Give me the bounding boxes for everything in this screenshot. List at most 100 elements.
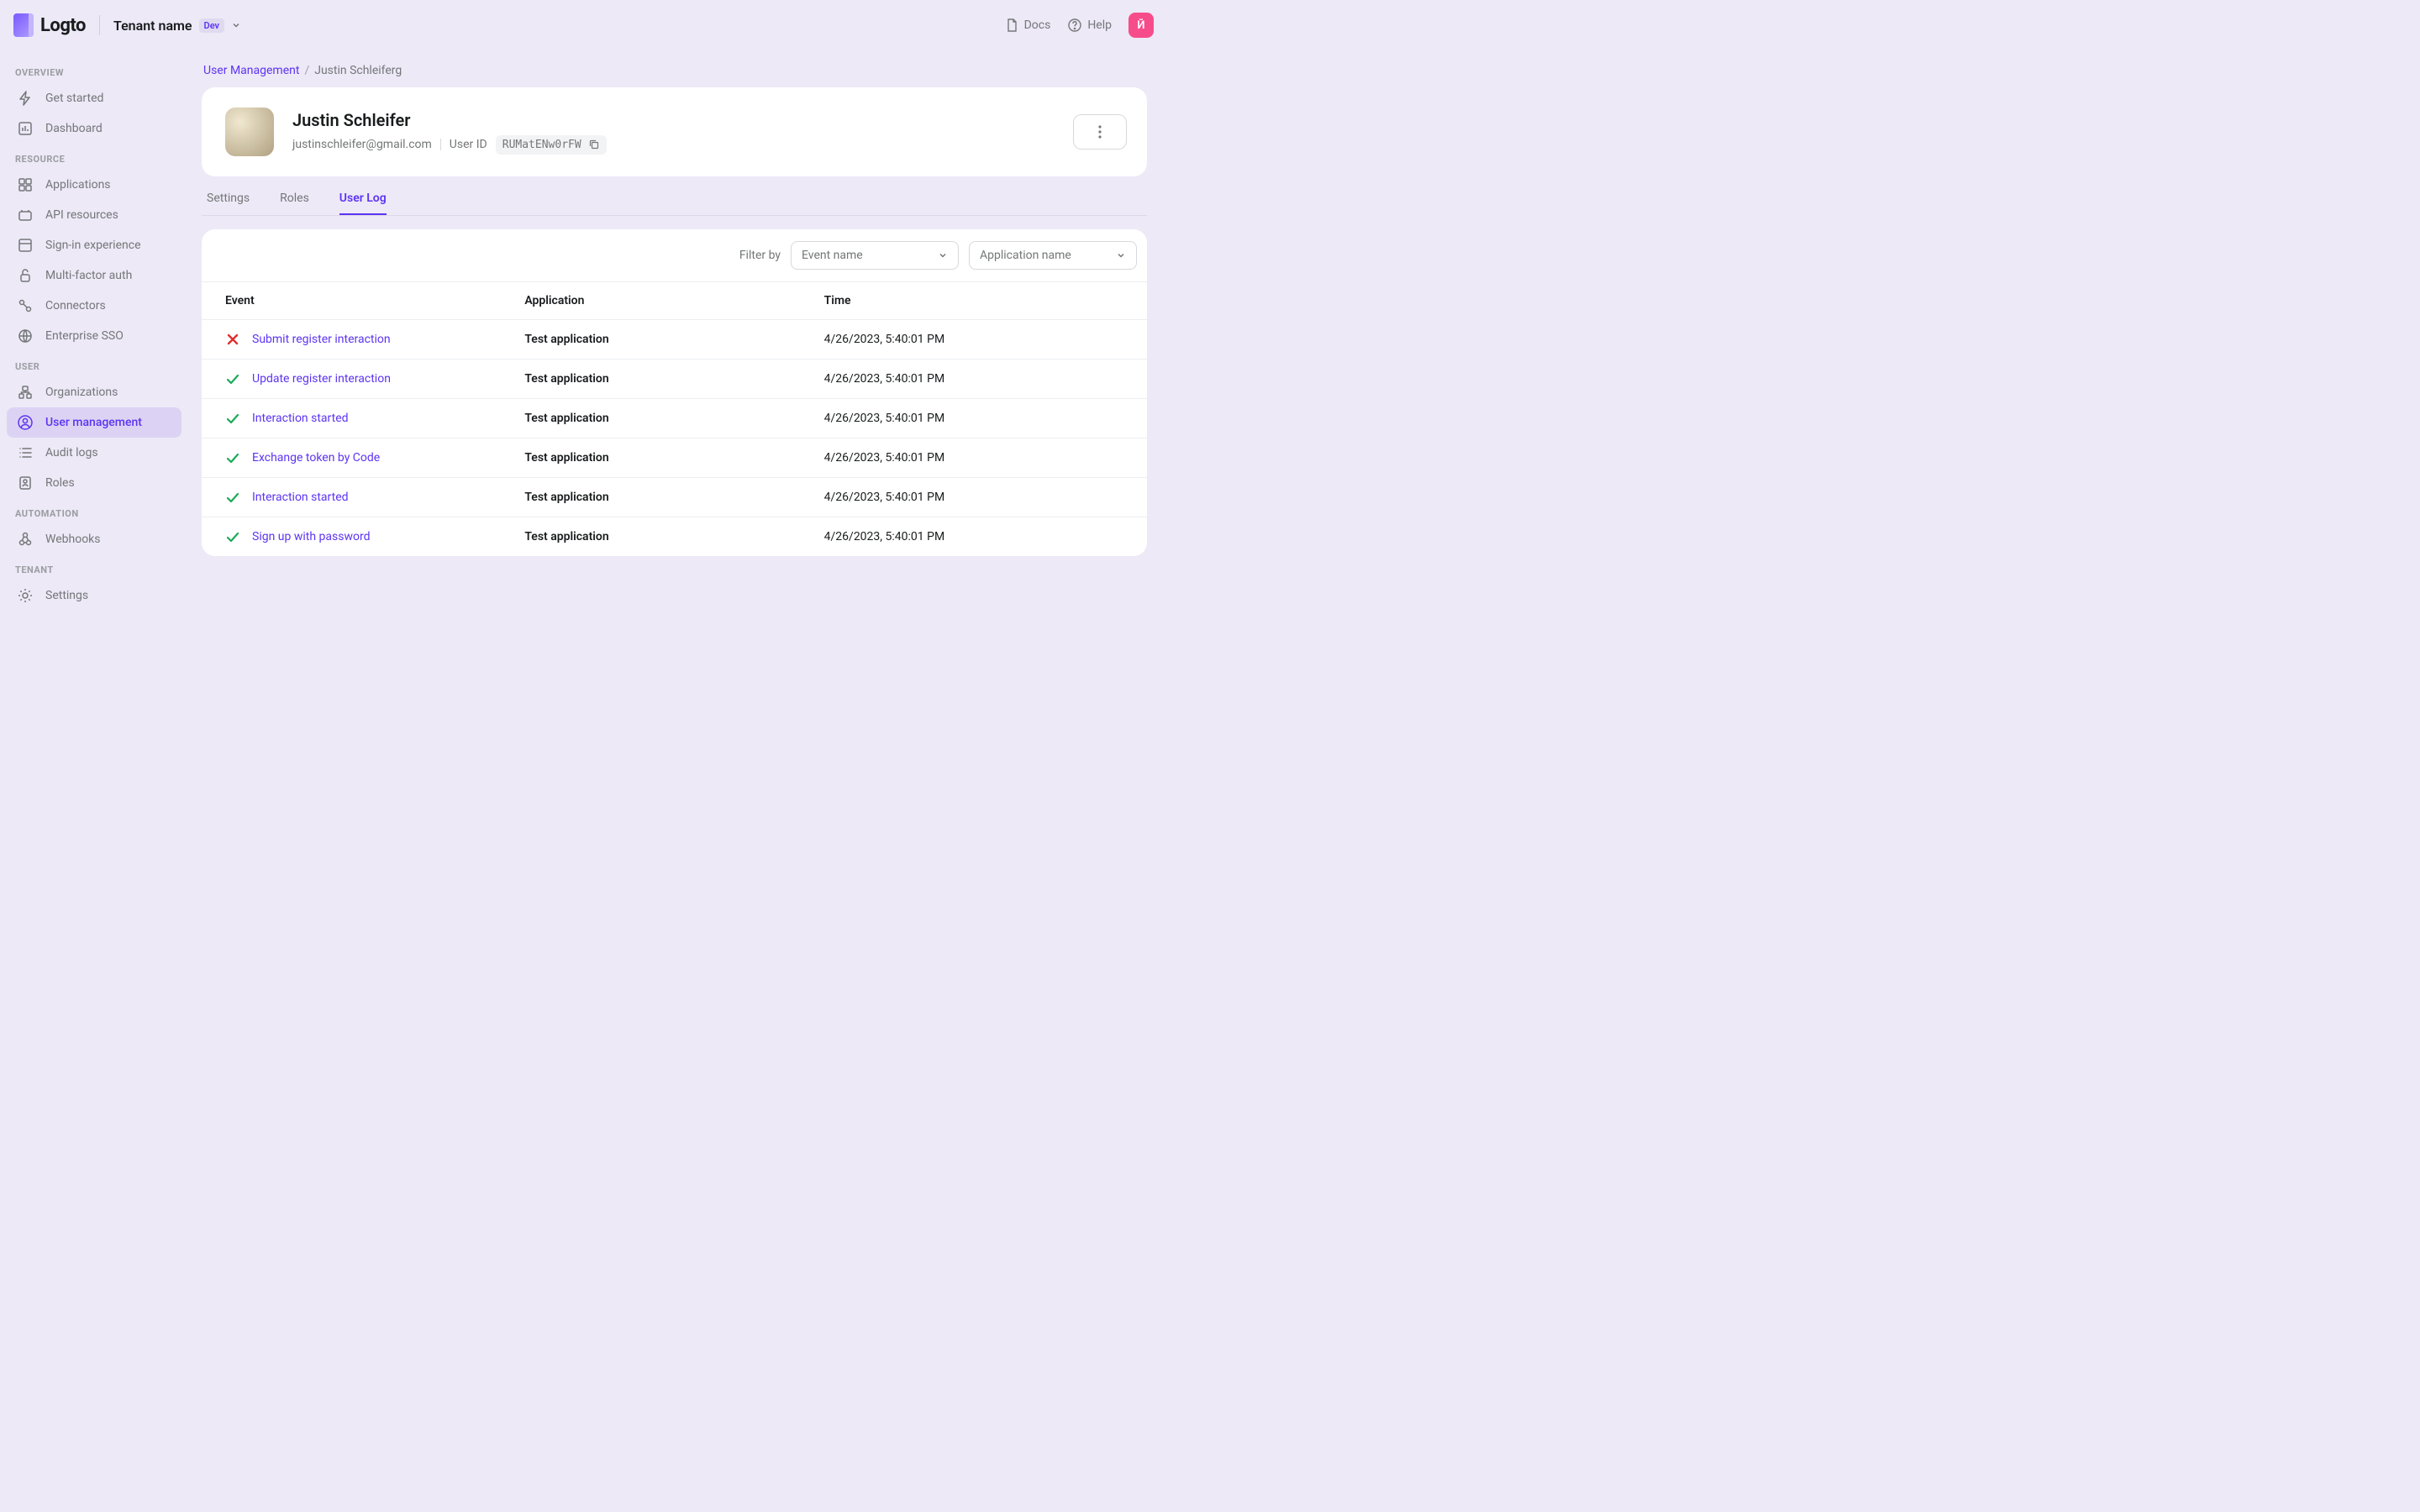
sidebar-item-label: Enterprise SSO bbox=[45, 329, 124, 343]
sidebar-item-label: Multi-factor auth bbox=[45, 269, 132, 282]
sidebar-section-label: OVERVIEW bbox=[7, 57, 182, 83]
table-row[interactable]: Submit register interactionTest applicat… bbox=[202, 320, 1147, 360]
event-link[interactable]: Interaction started bbox=[252, 412, 349, 425]
application-cell: Test application bbox=[524, 372, 823, 386]
help-label: Help bbox=[1087, 18, 1112, 32]
signin-icon bbox=[17, 237, 34, 254]
filter-event-select[interactable]: Event name bbox=[791, 241, 959, 270]
tenant-name: Tenant name bbox=[113, 18, 192, 34]
sidebar-item-enterprise-sso[interactable]: Enterprise SSO bbox=[7, 321, 182, 351]
sidebar-item-dashboard[interactable]: Dashboard bbox=[7, 113, 182, 144]
sidebar-item-label: Organizations bbox=[45, 386, 118, 399]
filter-application-select[interactable]: Application name bbox=[969, 241, 1137, 270]
user-avatar bbox=[225, 108, 274, 156]
filter-row: Filter by Event name Application name bbox=[202, 229, 1147, 281]
topbar: Logto Tenant name Dev Docs Help Й bbox=[0, 0, 1167, 50]
user-email: justinschleifer@gmail.com bbox=[292, 138, 432, 151]
org-icon bbox=[17, 384, 34, 401]
log-table: Event Application Time Submit register i… bbox=[202, 281, 1147, 556]
bolt-icon bbox=[17, 90, 34, 107]
tab-settings[interactable]: Settings bbox=[207, 192, 250, 215]
docs-link[interactable]: Docs bbox=[1004, 18, 1051, 33]
logo-icon bbox=[13, 13, 34, 37]
sidebar-item-label: API resources bbox=[45, 208, 118, 222]
sidebar-item-label: Get started bbox=[45, 92, 103, 105]
sidebar-item-label: Applications bbox=[45, 178, 111, 192]
sidebar-item-audit-logs[interactable]: Audit logs bbox=[7, 438, 182, 468]
sidebar-item-api-resources[interactable]: API resources bbox=[7, 200, 182, 230]
help-link[interactable]: Help bbox=[1067, 18, 1112, 33]
help-icon bbox=[1067, 18, 1082, 33]
sidebar-item-applications[interactable]: Applications bbox=[7, 170, 182, 200]
user-id-pill: RUMatENw0rFW bbox=[496, 135, 607, 155]
sidebar: OVERVIEWGet startedDashboardRESOURCEAppl… bbox=[0, 50, 188, 631]
application-cell: Test application bbox=[524, 412, 823, 425]
gear-icon bbox=[17, 587, 34, 604]
sidebar-item-label: Roles bbox=[45, 476, 75, 490]
avatar[interactable]: Й bbox=[1128, 13, 1154, 38]
tenant-selector[interactable]: Tenant name Dev bbox=[113, 18, 241, 34]
table-row[interactable]: Exchange token by Code Test application4/… bbox=[202, 438, 1147, 478]
main-content: User Management / Justin Schleiferg Just… bbox=[188, 50, 1167, 631]
sso-icon bbox=[17, 328, 34, 344]
topbar-divider bbox=[99, 15, 100, 35]
user-id-value: RUMatENw0rFW bbox=[502, 139, 581, 151]
check-icon bbox=[225, 450, 240, 465]
col-event: Event bbox=[225, 294, 524, 307]
table-row[interactable]: Sign up with password Test application4/2… bbox=[202, 517, 1147, 556]
event-link[interactable]: Submit register interaction bbox=[252, 333, 391, 346]
breadcrumb-parent[interactable]: User Management bbox=[203, 64, 299, 77]
filter-label: Filter by bbox=[739, 249, 781, 262]
sidebar-item-label: Settings bbox=[45, 589, 88, 602]
time-cell: 4/26/2023, 5:40:01 PM bbox=[824, 491, 1123, 504]
user-name: Justin Schleifer bbox=[292, 110, 607, 130]
sidebar-item-connectors[interactable]: Connectors bbox=[7, 291, 182, 321]
sidebar-item-label: Connectors bbox=[45, 299, 106, 312]
sidebar-item-organizations[interactable]: Organizations bbox=[7, 377, 182, 407]
application-cell: Test application bbox=[524, 451, 823, 465]
event-link[interactable]: Interaction started bbox=[252, 491, 349, 504]
application-cell: Test application bbox=[524, 530, 823, 543]
table-row[interactable]: Interaction startedTest application4/26/… bbox=[202, 478, 1147, 517]
sidebar-item-webhooks[interactable]: Webhooks bbox=[7, 524, 182, 554]
tabs: Settings Roles User Log bbox=[202, 176, 1147, 216]
time-cell: 4/26/2023, 5:40:01 PM bbox=[824, 333, 1123, 346]
tenant-env-badge: Dev bbox=[199, 18, 225, 33]
event-link[interactable]: Sign up with password bbox=[252, 530, 370, 543]
sidebar-item-sign-in-experience[interactable]: Sign-in experience bbox=[7, 230, 182, 260]
sidebar-item-user-management[interactable]: User management bbox=[7, 407, 182, 438]
more-actions-button[interactable] bbox=[1073, 114, 1127, 150]
filter-event-value: Event name bbox=[802, 249, 863, 262]
sidebar-item-label: Audit logs bbox=[45, 446, 98, 459]
sidebar-item-get-started[interactable]: Get started bbox=[7, 83, 182, 113]
user-icon bbox=[17, 414, 34, 431]
tab-user-log[interactable]: User Log bbox=[339, 192, 387, 215]
sidebar-item-mfa[interactable]: Multi-factor auth bbox=[7, 260, 182, 291]
chevron-down-icon bbox=[938, 250, 948, 260]
time-cell: 4/26/2023, 5:40:01 PM bbox=[824, 530, 1123, 543]
user-id-label: User ID bbox=[450, 138, 487, 151]
check-icon bbox=[225, 411, 240, 426]
brand-name: Logto bbox=[40, 15, 86, 36]
time-cell: 4/26/2023, 5:40:01 PM bbox=[824, 451, 1123, 465]
col-time: Time bbox=[824, 294, 1123, 307]
table-header: Event Application Time bbox=[202, 281, 1147, 320]
table-row[interactable]: Update register interaction Test applicat… bbox=[202, 360, 1147, 399]
table-row[interactable]: Interaction started Test application4/26/… bbox=[202, 399, 1147, 438]
event-link[interactable]: Exchange token by Code bbox=[252, 451, 380, 465]
tab-roles[interactable]: Roles bbox=[280, 192, 309, 215]
breadcrumb-separator: / bbox=[304, 64, 309, 77]
event-link[interactable]: Update register interaction bbox=[252, 372, 391, 386]
sidebar-item-settings[interactable]: Settings bbox=[7, 580, 182, 611]
connector-icon bbox=[17, 297, 34, 314]
check-icon bbox=[225, 490, 240, 505]
api-icon bbox=[17, 207, 34, 223]
sidebar-item-label: Sign-in experience bbox=[45, 239, 141, 252]
webhook-icon bbox=[17, 531, 34, 548]
copy-icon[interactable] bbox=[588, 139, 600, 150]
brand-logo[interactable]: Logto bbox=[13, 13, 86, 37]
lock-icon bbox=[17, 267, 34, 284]
chevron-down-icon bbox=[231, 20, 241, 30]
sidebar-item-roles[interactable]: Roles bbox=[7, 468, 182, 498]
time-cell: 4/26/2023, 5:40:01 PM bbox=[824, 412, 1123, 425]
